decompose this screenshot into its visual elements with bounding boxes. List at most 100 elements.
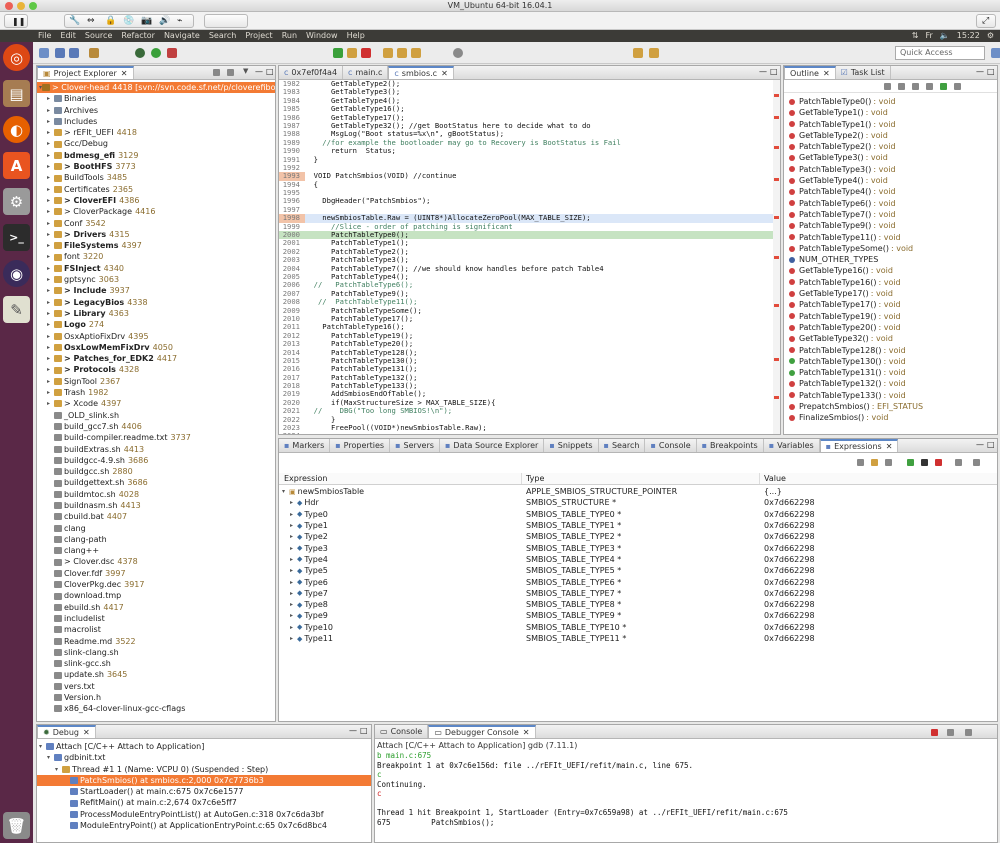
outline-item[interactable]: GetTableType16(): void <box>784 265 997 276</box>
menu-run[interactable]: Run <box>282 30 297 42</box>
outline-item[interactable]: NUM_OTHER_TYPES <box>784 254 997 265</box>
menu-edit[interactable]: Edit <box>60 30 76 42</box>
link-editor-icon[interactable] <box>227 69 234 76</box>
settings-gear-icon[interactable]: ⚙ <box>987 30 994 42</box>
maximize-icon[interactable]: □ <box>987 67 995 76</box>
outline-item[interactable]: GetTableType32(): void <box>784 333 997 344</box>
back-icon[interactable] <box>633 48 643 58</box>
outline-item[interactable]: PatchTableType11(): void <box>784 232 997 243</box>
outline-item[interactable]: PatchTableType133(): void <box>784 390 997 401</box>
close-icon[interactable]: ✕ <box>83 728 90 737</box>
tree-item[interactable]: ▸ > CloverPackage 4416 <box>37 206 275 217</box>
stack-frame[interactable]: PatchSmbios() at smbios.c:2,000 0x7c7736… <box>37 774 371 787</box>
network-icon[interactable]: ⇅ <box>912 30 919 42</box>
tree-item[interactable]: ▸ > Library 4363 <box>37 308 275 319</box>
external-tools-icon[interactable] <box>167 48 177 58</box>
quick-access-input[interactable]: Quick Access <box>895 46 985 60</box>
table-row[interactable]: ▸ ◆ Type4 SMBIOS_TABLE_TYPE4 * 0x7d662298 <box>279 554 997 565</box>
stack-frame[interactable]: StartLoader() at main.c:675 0x7c6e1577 <box>37 786 371 797</box>
hide-nonpublic-icon[interactable] <box>926 83 933 90</box>
layout-icon[interactable] <box>955 459 962 466</box>
expand-arrow-icon[interactable]: ▸ <box>47 387 54 398</box>
tree-item[interactable]: ▸ > Patches_for_EDK2 4417 <box>37 353 275 364</box>
tree-item[interactable]: ▸ gptsync 3063 <box>37 274 275 285</box>
group-includes-icon[interactable] <box>940 83 947 90</box>
perspective-c-icon[interactable] <box>991 48 1000 58</box>
tree-item[interactable]: clang++ <box>37 545 275 556</box>
table-row[interactable]: ▸ ◆ Hdr SMBIOS_STRUCTURE * 0x7d662298 <box>279 497 997 508</box>
expand-arrow-icon[interactable]: ▸ <box>290 499 297 506</box>
tab-debugger-console[interactable]: ▭ Debugger Console ✕ <box>428 725 536 738</box>
tree-item[interactable]: Clover.fdf 3997 <box>37 568 275 579</box>
stack-frame[interactable]: ▾ gdbinit.txt <box>37 752 371 763</box>
expand-arrow-icon[interactable]: ▸ <box>47 195 54 206</box>
minimize-icon[interactable]: — <box>759 67 767 76</box>
code-line[interactable]: 1991 } <box>279 155 780 164</box>
search-icon[interactable] <box>453 48 463 58</box>
expand-arrow-icon[interactable]: ▸ <box>290 601 297 608</box>
eclipse-icon[interactable]: ◉ <box>3 260 30 287</box>
menu-window[interactable]: Window <box>306 30 338 42</box>
expand-arrow-icon[interactable]: ▸ <box>290 511 297 518</box>
expand-arrow-icon[interactable]: ▸ <box>47 308 54 319</box>
debug-icon[interactable] <box>135 48 145 58</box>
maximize-icon[interactable]: □ <box>266 67 274 76</box>
view-menu-icon[interactable] <box>973 459 980 466</box>
maximize-icon[interactable]: □ <box>360 726 368 735</box>
tree-item[interactable]: ▾ > Clover-head 4418 [svn://svn.code.sf.ne… <box>37 82 275 94</box>
tree-item[interactable]: ▸ > CloverEFI 4386 <box>37 195 275 206</box>
tree-item[interactable]: ▸ > LegacyBios 4338 <box>37 297 275 308</box>
outline-item[interactable]: GetTableType4(): void <box>784 175 997 186</box>
outline-item[interactable]: PatchTableType17(): void <box>784 299 997 310</box>
expand-arrow-icon[interactable]: ▸ <box>47 274 54 285</box>
view-menu-icon[interactable]: ▼ <box>243 67 250 75</box>
column-header-expression[interactable]: Expression <box>279 473 522 484</box>
run-icon[interactable] <box>151 48 161 58</box>
outline-item[interactable]: PatchTableTypeSome(): void <box>784 243 997 254</box>
terminal-icon[interactable]: >_ <box>3 224 30 251</box>
table-row[interactable]: ▸ ◆ Type3 SMBIOS_TABLE_TYPE3 * 0x7d662298 <box>279 542 997 553</box>
stack-frame[interactable]: ProcessModuleEntryPointList() at AutoGen… <box>37 809 371 820</box>
clock[interactable]: 15:22 <box>957 30 980 42</box>
sort-icon[interactable] <box>884 83 891 90</box>
minimize-window-button[interactable] <box>17 2 25 10</box>
tree-item[interactable]: buildgcc.sh 2880 <box>37 466 275 477</box>
minimize-icon[interactable]: — <box>255 67 263 76</box>
tree-item[interactable]: ▸ Gcc/Debug <box>37 138 275 149</box>
close-icon[interactable]: ✕ <box>441 69 448 78</box>
table-row[interactable]: ▸ ◆ Type11 SMBIOS_TABLE_TYPE11 * 0x7d662298 <box>279 633 997 644</box>
save-all-icon[interactable] <box>69 48 79 58</box>
tab-expressions[interactable]: ▪ Expressions ✕ <box>819 439 899 452</box>
table-row[interactable]: ▸ ◆ Type0 SMBIOS_TABLE_TYPE0 * 0x7d662298 <box>279 509 997 520</box>
outline-item[interactable]: PatchTableType19(): void <box>784 311 997 322</box>
tree-item[interactable]: ▸ > Protocols 4328 <box>37 364 275 375</box>
tree-item[interactable]: clang-path <box>37 534 275 545</box>
step-over-icon[interactable] <box>397 48 407 58</box>
tree-item[interactable]: update.sh 3645 <box>37 669 275 680</box>
table-row[interactable]: ▸ ◆ Type9 SMBIOS_TABLE_TYPE9 * 0x7d662298 <box>279 610 997 621</box>
expand-arrow-icon[interactable]: ▸ <box>47 251 54 262</box>
save-icon[interactable] <box>55 48 65 58</box>
tree-item[interactable]: ▸ Binaries <box>37 93 275 104</box>
tab-properties[interactable]: ▪ Properties <box>330 439 391 452</box>
expand-arrow-icon[interactable]: ▸ <box>290 522 297 529</box>
expand-arrow-icon[interactable]: ▸ <box>290 635 297 642</box>
tab-outline[interactable]: Outline ✕ <box>784 66 836 79</box>
terminate-icon[interactable] <box>361 48 371 58</box>
zoom-window-button[interactable] <box>29 2 37 10</box>
tree-item[interactable]: ▸ Includes <box>37 116 275 127</box>
expand-arrow-icon[interactable]: ▸ <box>47 376 54 387</box>
outline-item[interactable]: PatchTableType2(): void <box>784 141 997 152</box>
code-line[interactable]: 1993 VOID PatchSmbios(VOID) //continue <box>279 171 780 181</box>
remove-all-icon[interactable] <box>935 459 942 466</box>
suspend-icon[interactable] <box>347 48 357 58</box>
stack-frame[interactable]: ▾ Attach [C/C++ Attach to Application] <box>37 741 371 752</box>
tree-item[interactable]: ▸ > BootHFS 3773 <box>37 161 275 172</box>
files-icon[interactable]: ▤ <box>3 80 30 107</box>
outline-item[interactable]: GetTableType1(): void <box>784 107 997 118</box>
tree-item[interactable]: slink-gcc.sh <box>37 658 275 669</box>
tree-item[interactable]: Readme.md 3522 <box>37 636 275 647</box>
expand-arrow-icon[interactable]: ▾ <box>282 488 289 495</box>
show-logical-icon[interactable] <box>871 459 878 466</box>
expand-arrow-icon[interactable]: ▸ <box>47 93 54 104</box>
